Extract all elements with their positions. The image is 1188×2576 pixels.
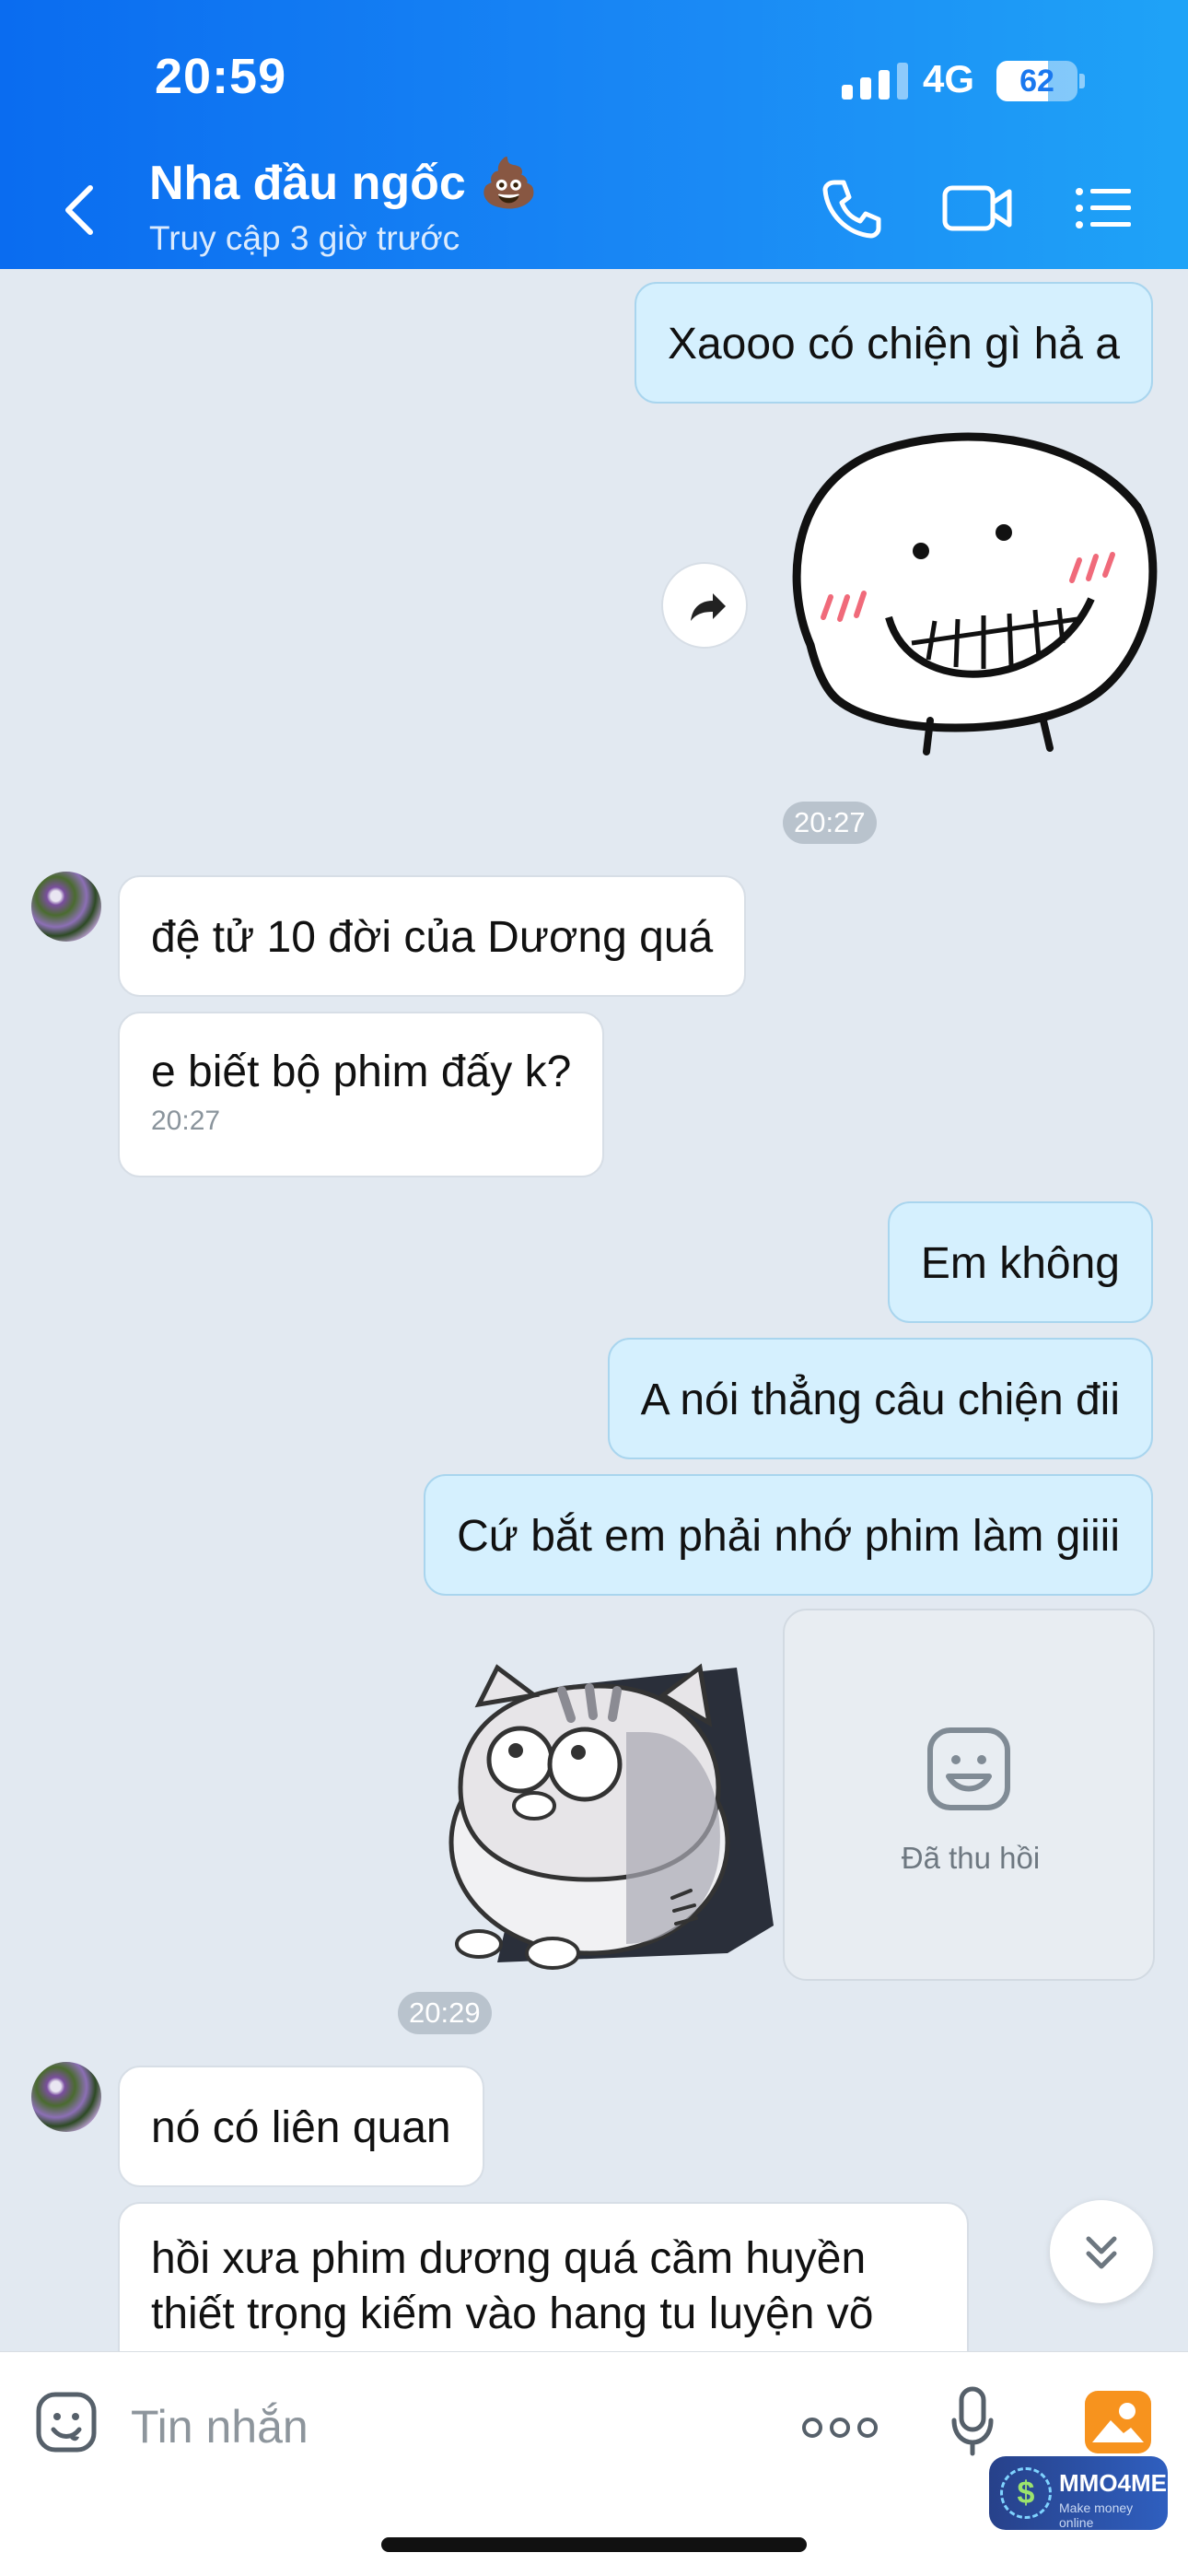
forward-button[interactable]	[661, 562, 748, 649]
message-bubble-sent[interactable]: Em không	[887, 1201, 1153, 1323]
recalled-label: Đã thu hồi	[901, 1841, 1041, 1875]
message-bubble-received[interactable]: đệ tử 10 đời của Dương quá	[118, 875, 747, 997]
recalled-message[interactable]: Đã thu hồi	[783, 1609, 1155, 1981]
message-text: Em không	[920, 1239, 1120, 1288]
grinning-face-illustration	[792, 432, 1158, 755]
contact-avatar[interactable]	[31, 2062, 101, 2132]
timestamp-divider: 20:29	[398, 1992, 492, 2034]
message-text-line: hồi xưa phim dương quá cầm huyền	[151, 2234, 867, 2283]
options-menu-button[interactable]	[1074, 173, 1135, 248]
message-text: A nói thẳng câu chiện đii	[640, 1376, 1120, 1424]
message-text: Cứ bắt em phải nhớ phim làm giiii	[457, 1512, 1120, 1561]
message-input[interactable]	[131, 2395, 683, 2459]
watermark-tagline: Make money online	[1059, 2500, 1134, 2530]
contact-name[interactable]: Nha đầu ngốc 💩	[149, 155, 539, 211]
more-dots-icon	[802, 2418, 878, 2438]
cellular-signal-icon	[842, 63, 908, 100]
back-button[interactable]	[52, 175, 107, 245]
watermark-brand: MMO4ME	[1059, 2469, 1167, 2497]
grinning-face-sticker[interactable]	[774, 424, 1160, 765]
contact-avatar[interactable]	[31, 872, 101, 942]
sticker-button[interactable]	[33, 2389, 99, 2460]
microphone-icon	[951, 2386, 994, 2456]
phone-icon	[822, 180, 881, 239]
message-bubble-received[interactable]: nó có liên quan	[118, 2066, 484, 2187]
share-arrow-icon	[691, 593, 726, 621]
double-chevron-down-icon	[1086, 2236, 1117, 2269]
battery-level: 62	[1019, 64, 1054, 99]
chat-header: 20:59 4G 62 Nha đầu ngốc 💩 Truy cập 3 gi…	[0, 0, 1188, 269]
image-gallery-icon	[1085, 2391, 1151, 2453]
network-type: 4G	[923, 57, 975, 100]
message-text: đệ tử 10 đời của Dương quá	[151, 913, 714, 962]
list-menu-icon	[1076, 188, 1131, 228]
message-text-line: thiết trọng kiếm vào hang tu luyện võ	[151, 2289, 874, 2338]
message-bubble-received[interactable]: e biết bộ phim đấy k? 20:27	[118, 1012, 605, 1177]
battery-icon: 62	[996, 61, 1077, 101]
scroll-to-bottom-button[interactable]	[1050, 2200, 1153, 2303]
home-indicator[interactable]	[381, 2537, 807, 2552]
last-seen-status: Truy cập 3 giờ trước	[149, 219, 460, 257]
message-time: 20:27	[151, 1106, 221, 1136]
timestamp-divider: 20:27	[783, 802, 877, 844]
chubby-cat-sticker[interactable]	[424, 1649, 774, 1981]
video-camera-icon	[942, 185, 1012, 231]
battery-tip	[1079, 74, 1085, 88]
status-time: 20:59	[155, 49, 287, 104]
emoji-sticker-icon	[36, 2392, 97, 2453]
smiley-icon	[927, 1727, 1010, 1810]
voice-call-button[interactable]	[816, 173, 886, 248]
video-call-button[interactable]	[939, 173, 1017, 248]
more-options-button[interactable]	[801, 2409, 879, 2451]
message-bubble-sent[interactable]: A nói thẳng câu chiện đii	[607, 1338, 1153, 1459]
message-text: Xaooo có chiện gì hả a	[667, 320, 1120, 369]
dollar-symbol: $	[1017, 2476, 1035, 2511]
mmo4me-watermark-logo: $ MMO4ME Make money online	[989, 2456, 1168, 2530]
voice-message-button[interactable]	[949, 2385, 996, 2464]
cat-illustration	[448, 1663, 774, 1970]
photo-gallery-button[interactable]	[1083, 2389, 1153, 2460]
message-bubble-sent[interactable]: Cứ bắt em phải nhớ phim làm giiii	[424, 1474, 1153, 1596]
dollar-coin-icon: $	[1000, 2467, 1052, 2519]
message-bubble-sent[interactable]: Xaooo có chiện gì hả a	[634, 282, 1153, 404]
message-text: nó có liên quan	[151, 2103, 451, 2152]
message-text: e biết bộ phim đấy k?	[151, 1048, 572, 1096]
chevron-left-icon	[65, 185, 93, 235]
